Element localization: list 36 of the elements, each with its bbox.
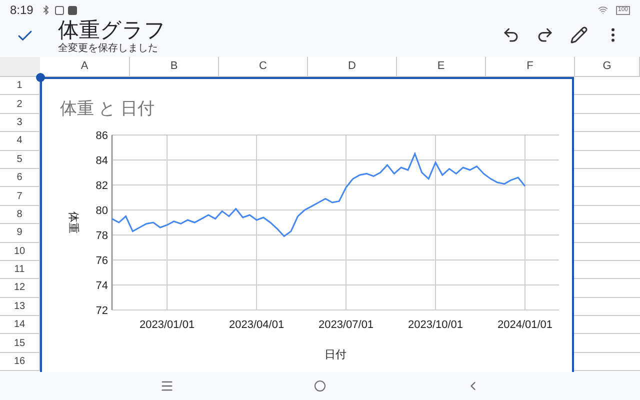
y-tick-label: 78	[96, 230, 108, 242]
y-tick-label: 82	[96, 180, 108, 192]
x-tick-label: 2023/10/01	[408, 319, 464, 331]
app-icon	[68, 6, 78, 14]
corner-header	[0, 57, 40, 76]
column-header[interactable]: B	[130, 57, 219, 76]
column-header[interactable]: D	[308, 57, 397, 76]
chart-title: 体重 と 日付	[60, 99, 154, 118]
notification-icon	[55, 6, 64, 14]
y-tick-label: 80	[96, 205, 108, 217]
x-axis-title: 日付	[324, 349, 346, 361]
y-tick-label: 84	[96, 155, 108, 167]
wifi-icon	[598, 5, 608, 15]
home-icon[interactable]	[314, 380, 326, 392]
x-tick-label: 2023/04/01	[229, 319, 284, 331]
y-tick-label: 76	[96, 255, 108, 267]
x-tick-label: 2024/01/01	[497, 319, 553, 331]
column-header[interactable]: F	[486, 57, 575, 76]
y-tick-label: 72	[96, 305, 108, 317]
chart-panel[interactable]: 体重 と 日付 72 74 76 78 80 82 84 86 2023/01/01 2023/04/01 2023/07/01 2023/10/01 2024/01/01 日付 体重	[40, 77, 574, 372]
pencil-icon[interactable]	[570, 26, 588, 44]
x-tick-label: 2023/01/01	[140, 319, 195, 331]
column-header[interactable]: E	[397, 57, 486, 76]
document-title: 体重グラフ	[58, 18, 166, 42]
save-status: 全変更を保存しました	[58, 43, 159, 55]
undo-icon[interactable]	[502, 26, 520, 44]
clock: 8:19	[10, 2, 34, 19]
redo-icon[interactable]	[536, 26, 554, 44]
column-header[interactable]: G	[575, 57, 640, 76]
menu-icon[interactable]	[160, 379, 174, 393]
column-header[interactable]: C	[219, 57, 308, 76]
bluetooth-icon	[41, 5, 52, 15]
y-axis-title: 体重	[67, 212, 79, 234]
y-tick-label: 74	[96, 280, 108, 292]
y-tick-label: 86	[96, 130, 108, 142]
x-tick-label: 2023/07/01	[318, 319, 374, 331]
